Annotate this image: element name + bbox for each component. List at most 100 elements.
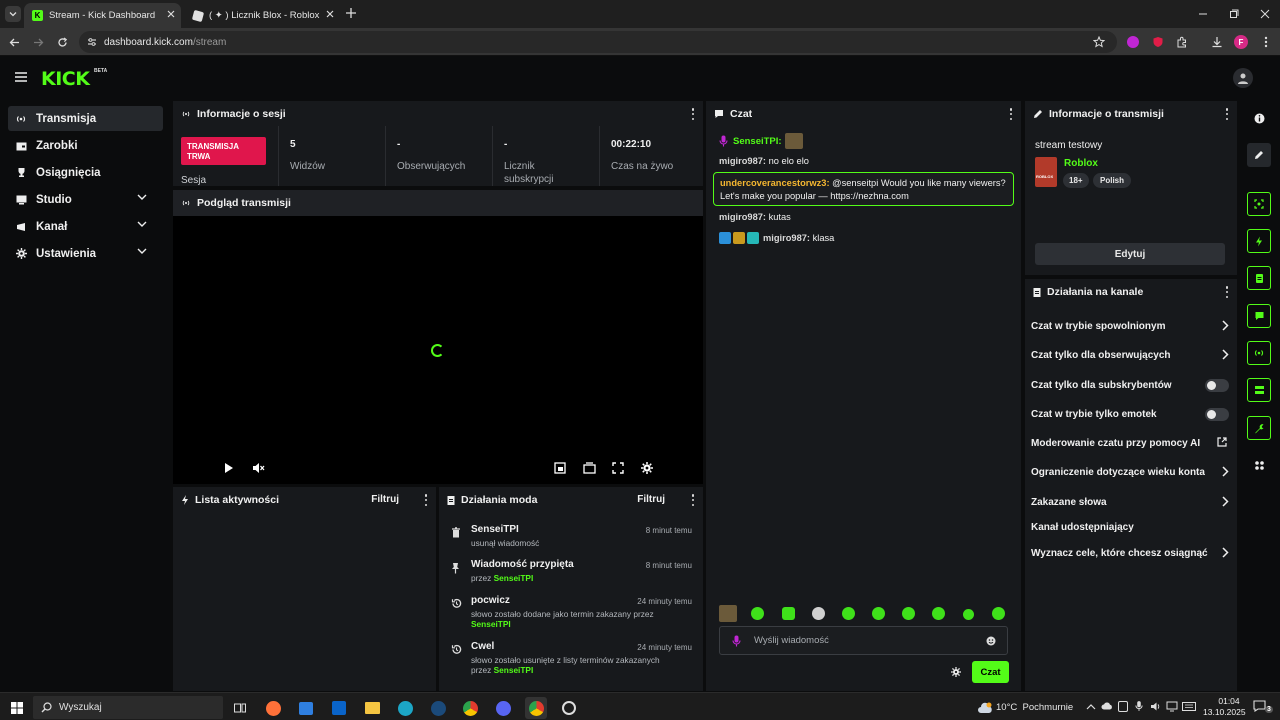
- forward-icon[interactable]: [33, 37, 44, 48]
- camera-scan-icon[interactable]: [1247, 192, 1271, 216]
- sidebar-item-studio[interactable]: Studio: [8, 187, 163, 212]
- info-icon[interactable]: [1247, 106, 1271, 130]
- theater-mode-icon[interactable]: [583, 462, 596, 474]
- chat-username[interactable]: migiro987:: [763, 233, 810, 243]
- mod-action-user-link[interactable]: SenseiTPI: [494, 665, 534, 675]
- reload-icon[interactable]: [57, 37, 68, 48]
- more-options-icon[interactable]: [1225, 108, 1229, 120]
- chat-username[interactable]: migiro987:: [719, 212, 766, 222]
- emote-icon[interactable]: [872, 607, 885, 620]
- close-window-icon[interactable]: [1260, 9, 1270, 19]
- chat-input[interactable]: Wyślij wiadomość: [719, 626, 1008, 655]
- emote-icon[interactable]: [812, 607, 825, 620]
- emote-icon[interactable]: [782, 607, 795, 620]
- notification-icon[interactable]: [1253, 700, 1266, 712]
- play-icon[interactable]: [224, 462, 234, 474]
- chat-pinned-user[interactable]: SenseiTPI:: [719, 133, 803, 149]
- emoji-picker-icon[interactable]: [986, 636, 996, 646]
- tray-chevron-up-icon[interactable]: [1086, 703, 1096, 710]
- sidebar-item-transmisja[interactable]: Transmisja: [8, 106, 163, 131]
- account-age-action[interactable]: Ograniczenie dotyczące wieku konta: [1031, 463, 1229, 481]
- subscribers-only-toggle[interactable]: [1205, 379, 1229, 392]
- sidebar-item-zarobki[interactable]: Zarobki: [8, 133, 163, 158]
- edge-icon[interactable]: [394, 697, 416, 719]
- sidebar-item-osiagniecia[interactable]: Osiągnięcia: [8, 160, 163, 185]
- weather-text[interactable]: 10°C Pochmurnie: [996, 702, 1073, 713]
- more-options-icon[interactable]: [424, 494, 428, 506]
- mute-icon[interactable]: [252, 462, 265, 474]
- sidebar-item-ustawienia[interactable]: Ustawienia: [8, 241, 163, 266]
- emote-icon[interactable]: [963, 609, 974, 620]
- goals-action[interactable]: Wyznacz cele, które chcesz osiągnąć: [1031, 544, 1229, 562]
- chat-bubble-icon[interactable]: [1247, 304, 1271, 328]
- outlook-icon[interactable]: [328, 697, 350, 719]
- filter-button[interactable]: Filtruj: [637, 494, 665, 505]
- chat-username[interactable]: migiro987:: [719, 156, 766, 166]
- cloud-icon[interactable]: [1101, 702, 1113, 710]
- chat-send-button[interactable]: Czat: [972, 661, 1009, 683]
- task-view-icon[interactable]: [229, 697, 251, 719]
- tab-roblox[interactable]: ( ✦ ) Licznik Blox - Roblox: [185, 3, 340, 28]
- firefox-icon[interactable]: [262, 697, 284, 719]
- ai-moderation-action[interactable]: Moderowanie czatu przy pomocy AI: [1031, 434, 1229, 452]
- pip-icon[interactable]: [554, 462, 566, 474]
- tab-search-icon[interactable]: [5, 6, 21, 22]
- emote-icon[interactable]: [992, 607, 1005, 620]
- back-icon[interactable]: [9, 37, 20, 48]
- more-options-icon[interactable]: [1009, 108, 1013, 120]
- more-options-icon[interactable]: [691, 494, 695, 506]
- microphone-icon[interactable]: [732, 635, 741, 647]
- emote-icon[interactable]: [842, 607, 855, 620]
- layers-icon[interactable]: [1247, 378, 1271, 402]
- steam-icon[interactable]: [427, 697, 449, 719]
- hamburger-menu-icon[interactable]: [15, 72, 27, 82]
- extensions-puzzle-icon[interactable]: [1176, 36, 1188, 48]
- network-icon[interactable]: [1166, 701, 1178, 712]
- edit-button[interactable]: Edytuj: [1035, 243, 1225, 265]
- category-link[interactable]: Roblox: [1064, 158, 1098, 169]
- wrench-icon[interactable]: [1247, 416, 1271, 440]
- emote-only-toggle[interactable]: [1205, 408, 1229, 421]
- site-info-icon[interactable]: [87, 37, 97, 47]
- chat-settings-gear-icon[interactable]: [951, 667, 961, 677]
- mod-action-user-link[interactable]: SenseiTPI: [494, 573, 534, 583]
- slow-mode-action[interactable]: Czat w trybie spowolnionym: [1031, 317, 1229, 335]
- microphone-tray-icon[interactable]: [1135, 700, 1143, 712]
- followers-only-action[interactable]: Czat tylko dla obserwujących: [1031, 346, 1229, 364]
- mod-action-user-link[interactable]: SenseiTPI: [471, 619, 511, 629]
- fullscreen-icon[interactable]: [612, 462, 624, 474]
- tab-close-icon[interactable]: [167, 10, 175, 18]
- download-icon[interactable]: [1211, 36, 1223, 48]
- video-player[interactable]: [173, 216, 703, 484]
- minimize-icon[interactable]: [1198, 9, 1208, 19]
- app-icon[interactable]: [558, 697, 580, 719]
- emote-icon[interactable]: [932, 607, 945, 620]
- restore-icon[interactable]: [1229, 9, 1239, 19]
- kick-logo[interactable]: KICK: [41, 68, 90, 90]
- emote-icon[interactable]: [751, 607, 764, 620]
- edit-pencil-icon[interactable]: [1247, 143, 1271, 167]
- user-avatar[interactable]: [1233, 68, 1253, 88]
- volume-icon[interactable]: [1150, 701, 1162, 712]
- bookmark-star-icon[interactable]: [1093, 36, 1105, 48]
- emote-icon[interactable]: [719, 605, 737, 622]
- banned-words-action[interactable]: Zakazane słowa: [1031, 493, 1229, 511]
- extension-shield-icon[interactable]: [1152, 36, 1164, 48]
- drag-handle-icon[interactable]: [1247, 453, 1271, 477]
- file-explorer-icon[interactable]: [361, 697, 383, 719]
- store-icon[interactable]: [295, 697, 317, 719]
- discord-icon[interactable]: [492, 697, 514, 719]
- address-bar[interactable]: dashboard.kick.com/stream: [79, 31, 1117, 53]
- lightning-icon[interactable]: [1247, 229, 1271, 253]
- more-options-icon[interactable]: [691, 108, 695, 120]
- extension-vpn-icon[interactable]: [1127, 36, 1139, 48]
- settings-gear-icon[interactable]: [641, 462, 653, 474]
- tab-close-icon[interactable]: [326, 10, 334, 18]
- chrome-icon[interactable]: [459, 697, 481, 719]
- more-options-icon[interactable]: [1225, 286, 1229, 298]
- sidebar-item-kanal[interactable]: Kanał: [8, 214, 163, 239]
- new-tab-icon[interactable]: [346, 8, 356, 18]
- chrome-active-icon[interactable]: [525, 697, 547, 719]
- host-channel-action[interactable]: Kanał udostępniający: [1031, 518, 1229, 536]
- tray-app-icon[interactable]: [1118, 701, 1128, 712]
